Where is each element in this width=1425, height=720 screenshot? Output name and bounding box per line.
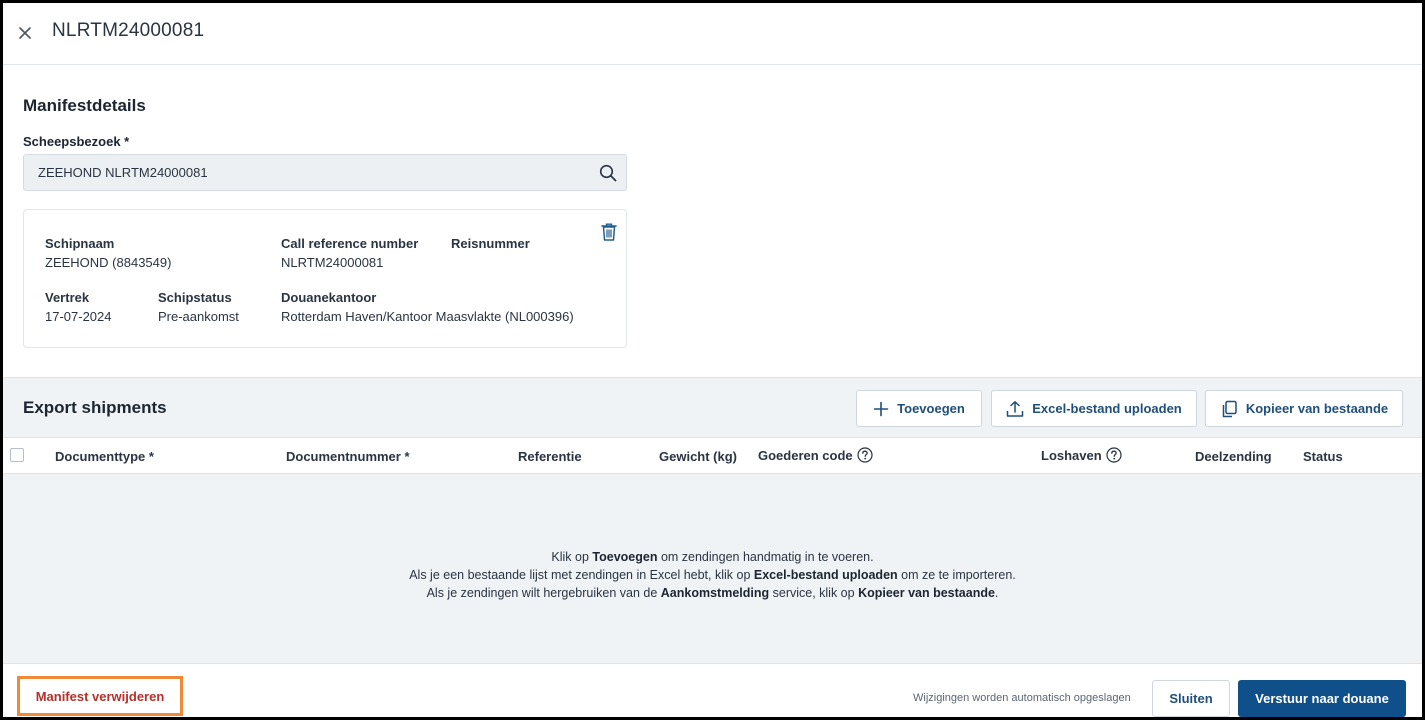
upload-excel-label: Excel-bestand uploaden [1032, 401, 1182, 416]
ship-status-value: Pre-aankomst [158, 309, 239, 324]
ship-visit-search-field[interactable]: ZEEHOND NLRTM24000081 [23, 154, 627, 191]
upload-icon [1006, 400, 1024, 417]
add-shipment-button[interactable]: Toevoegen [856, 390, 982, 427]
column-header-label: Documentnummer * [286, 449, 410, 464]
column-header-label: Documenttype * [55, 449, 154, 464]
search-icon[interactable] [598, 163, 618, 183]
departure-label: Vertrek [45, 290, 90, 305]
empty-state-message: Klik op Toevoegen om zendingen handmatig… [3, 548, 1422, 602]
export-shipments-section: Export shipments Toevoegen Excel-bestand… [3, 377, 1422, 663]
column-header-label: Referentie [518, 449, 582, 464]
close-icon[interactable] [15, 23, 35, 43]
delete-manifest-button[interactable]: Manifest verwijderen [20, 679, 180, 713]
autosave-notice: Wijzigingen worden automatisch opgeslage… [913, 692, 1131, 704]
ship-visit-label: Scheepsbezoek * [23, 134, 130, 149]
add-shipment-label: Toevoegen [897, 401, 965, 416]
column-header-label: Gewicht (kg) [659, 449, 738, 464]
delete-manifest-highlight: Manifest verwijderen [17, 676, 183, 716]
ship-info-card: Schipnaam ZEEHOND (8843549) Call referen… [23, 209, 627, 348]
column-header-reference[interactable]: Referentie [518, 449, 582, 464]
empty-text: om ze te importeren. [897, 568, 1016, 582]
ship-name-value: ZEEHOND (8843549) [45, 255, 172, 270]
column-header-label: Goederen code [758, 447, 853, 463]
select-all-checkbox[interactable] [10, 448, 24, 462]
column-header-label: Deelzending [1195, 449, 1272, 464]
departure-value: 17-07-2024 [45, 309, 112, 324]
column-header-port-of-discharge[interactable]: Loshaven [1041, 447, 1122, 463]
empty-text-bold: Excel-bestand uploaden [753, 568, 898, 582]
trash-icon[interactable] [600, 222, 618, 242]
empty-text-bold: Kopieer van bestaande [858, 586, 995, 600]
empty-text: Klik op [551, 550, 593, 564]
empty-state-line: Klik op Toevoegen om zendingen handmatig… [3, 548, 1422, 566]
empty-text: service, klik op [769, 586, 859, 600]
empty-text-bold: Aankomstmelding [660, 586, 770, 600]
send-to-customs-button[interactable]: Verstuur naar douane [1238, 680, 1406, 717]
ship-name-label: Schipnaam [45, 236, 115, 251]
voyage-number-label: Reisnummer [451, 236, 530, 251]
column-header-label: Status [1303, 449, 1343, 464]
call-reference-value: NLRTM24000081 [281, 255, 384, 270]
export-shipments-heading: Export shipments [23, 398, 167, 417]
copy-existing-button[interactable]: Kopieer van bestaande [1205, 390, 1403, 427]
column-header-documenttype[interactable]: Documenttype * [55, 449, 154, 464]
column-header-documentnumber[interactable]: Documentnummer * [286, 449, 410, 464]
ship-status-label: Schipstatus [158, 290, 232, 305]
dialog-window: NLRTM24000081 Manifestdetails Scheepsbez… [0, 0, 1425, 720]
column-header-label: Loshaven [1041, 447, 1102, 463]
help-icon[interactable] [857, 447, 873, 463]
column-header-status[interactable]: Status [1303, 449, 1343, 464]
upload-excel-button[interactable]: Excel-bestand uploaden [991, 390, 1197, 427]
dialog-footer: Manifest verwijderen Wijzigingen worden … [3, 663, 1422, 717]
customs-office-value: Rotterdam Haven/Kantoor Maasvlakte (NL00… [281, 309, 574, 324]
plus-icon [873, 401, 889, 416]
column-header-goods-code[interactable]: Goederen code [758, 447, 873, 463]
column-header-weight[interactable]: Gewicht (kg) [659, 449, 737, 464]
page-title: NLRTM24000081 [52, 20, 205, 41]
empty-text-bold: Toevoegen [592, 550, 658, 564]
empty-text: Als je een bestaande lijst met zendingen… [409, 568, 754, 582]
call-reference-label: Call reference number [281, 236, 419, 251]
shipments-table-header: Documenttype * Documentnummer * Referent… [3, 437, 1422, 474]
help-icon[interactable] [1106, 447, 1122, 463]
empty-state-line: Als je zendingen wilt hergebruiken van d… [3, 584, 1422, 602]
copy-icon [1222, 400, 1237, 417]
customs-office-label: Douanekantoor [281, 290, 377, 305]
empty-text: Als je zendingen wilt hergebruiken van d… [426, 586, 661, 600]
empty-state-line: Als je een bestaande lijst met zendingen… [3, 566, 1422, 584]
copy-existing-label: Kopieer van bestaande [1245, 401, 1389, 416]
empty-text: om zendingen handmatig in te voeren. [657, 550, 874, 564]
manifest-details-heading: Manifestdetails [23, 96, 146, 115]
column-header-partial-shipment[interactable]: Deelzending [1195, 449, 1272, 464]
dialog-header: NLRTM24000081 [3, 3, 1422, 65]
empty-text: . [994, 586, 999, 600]
close-button[interactable]: Sluiten [1152, 680, 1230, 717]
ship-visit-value[interactable]: ZEEHOND NLRTM24000081 [38, 165, 208, 180]
